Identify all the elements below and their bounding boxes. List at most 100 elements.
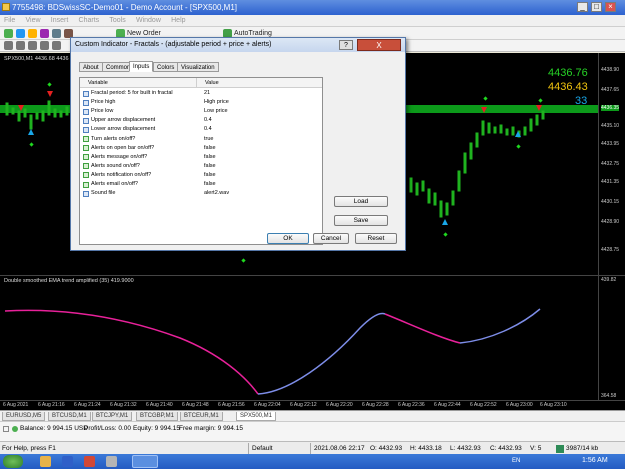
status-open: O: 4432.93 [370,445,403,452]
input-row[interactable]: Sound file alert2.wav [80,189,322,198]
input-row[interactable]: Upper arrow displacement 0.4 [80,116,322,125]
restore-button[interactable]: □ [591,2,602,12]
menu-window[interactable]: Window [132,15,165,27]
input-row[interactable]: Alerts message on/off? false [80,153,322,162]
tab-spx500[interactable]: SPX500,M1 [236,412,277,421]
browser-icon[interactable] [62,456,73,467]
save-button[interactable]: Save [334,215,388,226]
column-variable[interactable]: Variable [80,78,108,88]
horizontal-line-icon[interactable] [40,41,49,50]
explorer-icon[interactable] [40,456,51,467]
load-button[interactable]: Load [334,196,388,207]
app-icon-gray[interactable] [106,456,117,467]
navigator-icon[interactable] [40,29,49,38]
indicator-axis: 439.82 364.58 [598,275,625,400]
dialog-close-button[interactable]: X [357,39,401,51]
input-row[interactable]: Alerts on open bar on/off? false [80,144,322,153]
market-watch-icon[interactable] [28,29,37,38]
menu-tools[interactable]: Tools [105,15,129,27]
ema-up-segment [257,312,386,395]
profiles-icon[interactable] [16,29,25,38]
trendline-icon[interactable] [52,41,61,50]
input-value[interactable]: false [204,171,216,180]
input-row[interactable]: Turn alerts on/off? true [80,135,322,144]
indicator-pane[interactable]: Double smoothed EMA trend amplified (35)… [0,275,598,400]
dialog-help-button[interactable]: ? [339,40,353,50]
input-value[interactable]: 0.4 [204,125,212,134]
input-value[interactable]: Low price [204,107,228,116]
menu-insert[interactable]: Insert [47,15,73,27]
input-row[interactable]: Price high High price [80,98,322,107]
input-value[interactable]: false [204,144,216,153]
input-row[interactable]: Alerts notification on/off? false [80,171,322,180]
time-tick: 6 Aug 22:12 [290,402,317,408]
menu-file[interactable]: File [0,15,19,27]
ask-price: 4436.43 [548,81,588,93]
tab-btcgbp[interactable]: BTCGBP,M1 [136,412,178,421]
custom-indicator-dialog: Custom Indicator - Fractals - (adjustabl… [70,37,406,251]
menu-view[interactable]: View [22,15,45,27]
input-value[interactable]: alert2.wav [204,189,229,198]
close-button[interactable]: × [605,2,616,12]
close-terminal-icon[interactable] [3,426,9,432]
input-value[interactable]: false [204,162,216,171]
input-value[interactable]: false [204,180,216,189]
cancel-button[interactable]: Cancel [313,233,349,244]
menu-help[interactable]: Help [167,15,189,27]
new-chart-icon[interactable] [4,29,13,38]
tab-eurusd[interactable]: EURUSD,M5 [2,412,46,421]
balance-text: Balance: 9 994.15 USD [20,425,88,432]
tab-btcjpy[interactable]: BTCJPY,M1 [92,412,133,421]
indicator-bottom-value: 364.58 [601,393,617,399]
crosshair-icon[interactable] [16,41,25,50]
enum-icon [83,108,89,115]
input-value[interactable]: false [204,153,216,162]
minimize-button[interactable]: _ [577,2,588,12]
terminal-trade-panel: Balance: 9 994.15 USD Profit/Loss: 0.00 … [0,421,625,441]
input-value[interactable]: High price [204,98,229,107]
chart-tabs: EURUSD,M5 BTCUSD,M1 BTCJPY,M1 BTCGBP,M1 … [0,410,625,421]
connection-icon [556,445,564,453]
cursor-icon[interactable] [4,41,13,50]
input-value[interactable]: true [204,135,213,144]
time-tick: 6 Aug 23:10 [540,402,567,408]
price-tick-current: 4436.35 [601,105,620,111]
input-row[interactable]: Alerts sound on/off? false [80,162,322,171]
price-tick: 4432.75 [601,161,620,167]
bool-icon [83,145,89,152]
dialog-tab-inputs[interactable]: Inputs [129,61,154,72]
terminal-icon[interactable] [52,29,61,38]
time-tick: 6 Aug 2021 [3,402,29,408]
input-value[interactable]: 0.4 [204,116,212,125]
tab-btceur[interactable]: BTCEUR,M1 [180,412,223,421]
tab-btcusd[interactable]: BTCUSD,M1 [48,412,91,421]
dialog-tab-visualization[interactable]: Visualization [177,62,219,72]
taskbar-clock[interactable]: 1:56 AM [582,457,608,464]
input-value[interactable]: 21 [204,89,210,98]
time-axis: 6 Aug 2021 6 Aug 21:16 6 Aug 21:24 6 Aug… [0,400,625,410]
time-tick: 6 Aug 21:56 [218,402,245,408]
app-icon-red[interactable] [84,456,95,467]
input-row[interactable]: Fractal period: 5 for built in fractal 21 [80,89,322,98]
input-row[interactable]: Price low Low price [80,107,322,116]
price-tick: 4428.90 [601,219,620,225]
bool-icon [83,154,89,161]
ok-button[interactable]: OK [267,233,309,244]
status-profile[interactable]: Default [252,444,273,453]
column-value[interactable]: Value [196,78,219,88]
reset-button[interactable]: Reset [355,233,397,244]
vertical-line-icon[interactable] [28,41,37,50]
dialog-tab-about[interactable]: About [79,62,103,72]
time-tick: 6 Aug 23:00 [506,402,533,408]
metatrader-taskbar-button[interactable] [132,455,158,468]
language-indicator[interactable]: EN [512,458,520,464]
input-variable-label: Turn alerts on/off? [91,135,136,142]
input-variable-label: Fractal period: 5 for built in fractal [91,90,173,96]
input-row[interactable]: Lower arrow displacement 0.4 [80,125,322,134]
menu-charts[interactable]: Charts [75,15,104,27]
input-variable-label: Price high [91,99,116,106]
dialog-tab-colors[interactable]: Colors [153,62,179,72]
input-row[interactable]: Alerts email on/off? false [80,180,322,189]
start-button[interactable] [3,455,23,468]
text-icon [83,190,89,197]
